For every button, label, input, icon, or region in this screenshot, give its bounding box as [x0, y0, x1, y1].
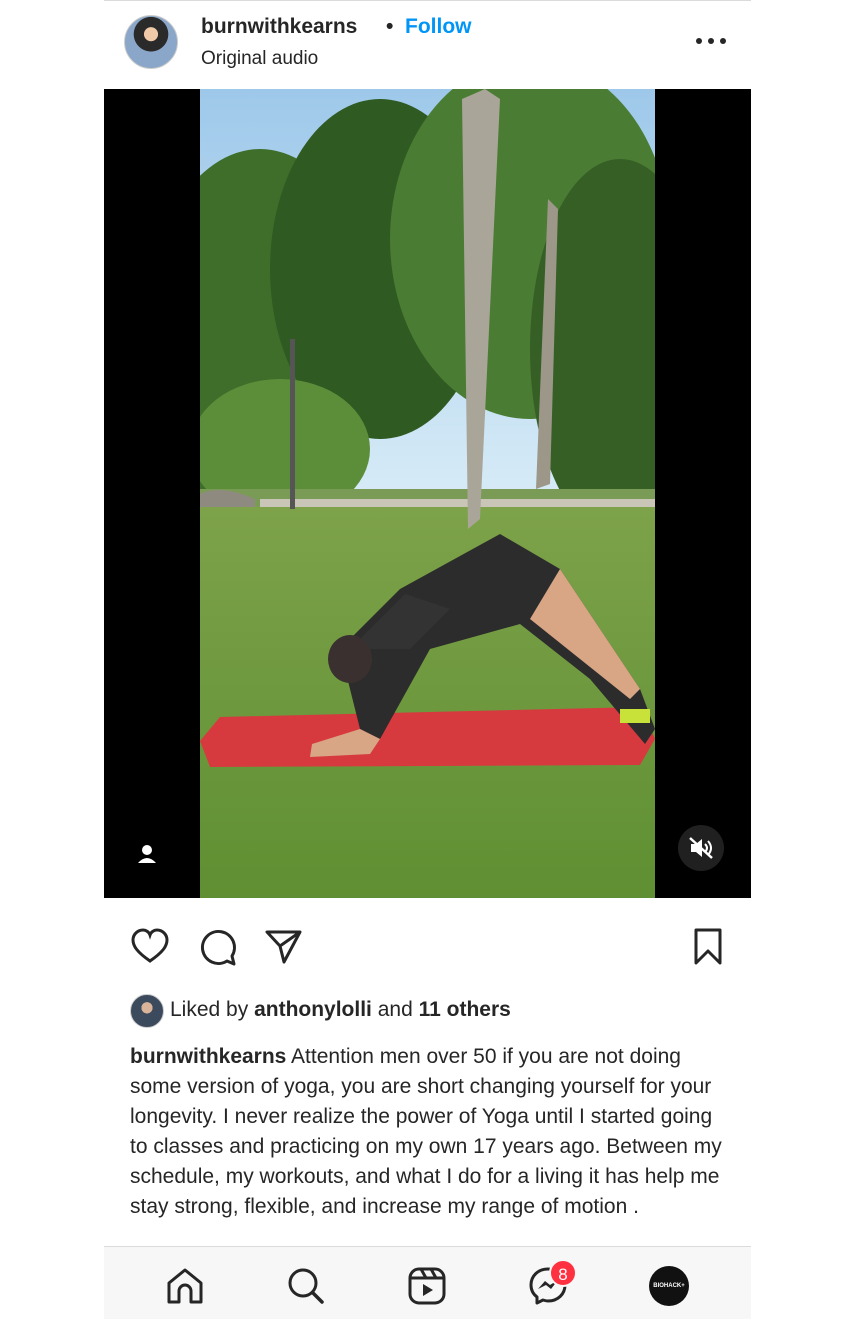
- post-video[interactable]: [104, 89, 751, 898]
- caption-username[interactable]: burnwithkearns: [130, 1045, 286, 1068]
- instagram-post: burnwithkearns • Follow Original audio L…: [104, 0, 751, 1319]
- author-username[interactable]: burnwithkearns: [201, 15, 357, 39]
- post-header: burnwithkearns • Follow Original audio: [104, 1, 751, 89]
- audio-label[interactable]: Original audio: [201, 48, 318, 70]
- bookmark-icon[interactable]: [687, 926, 729, 968]
- messenger-badge: 8: [549, 1259, 577, 1287]
- caption-text: Attention men over 50 if you are not doi…: [130, 1045, 722, 1218]
- reels-icon[interactable]: [406, 1265, 448, 1307]
- comment-icon[interactable]: [196, 926, 238, 968]
- home-icon[interactable]: [164, 1265, 206, 1307]
- search-icon[interactable]: [285, 1265, 327, 1307]
- separator-dot: •: [386, 15, 394, 38]
- follow-button[interactable]: Follow: [405, 15, 472, 39]
- liker-avatar[interactable]: [130, 994, 164, 1028]
- profile-avatar[interactable]: BIOHACK+: [649, 1266, 689, 1306]
- likes-middle: and: [371, 998, 419, 1021]
- heart-icon[interactable]: [129, 926, 171, 968]
- more-options-icon[interactable]: [692, 29, 730, 53]
- liker-username[interactable]: anthonylolli: [254, 998, 372, 1021]
- post-actions: [104, 898, 751, 994]
- volume-muted-icon[interactable]: [678, 825, 724, 871]
- send-icon[interactable]: [262, 926, 304, 968]
- video-frame: [200, 89, 655, 898]
- user-tag-icon[interactable]: [132, 839, 162, 869]
- likes-others-count[interactable]: 11 others: [419, 998, 511, 1021]
- likes-prefix: Liked by: [170, 998, 255, 1021]
- post-caption: burnwithkearns Attention men over 50 if …: [130, 1042, 730, 1246]
- bottom-navigation: 8 BIOHACK+: [104, 1246, 751, 1319]
- likes-summary: Liked by anthonylolli and 11 others: [130, 994, 730, 1030]
- likes-text[interactable]: Liked by anthonylolli and 11 others: [170, 998, 511, 1022]
- author-avatar[interactable]: [124, 15, 178, 69]
